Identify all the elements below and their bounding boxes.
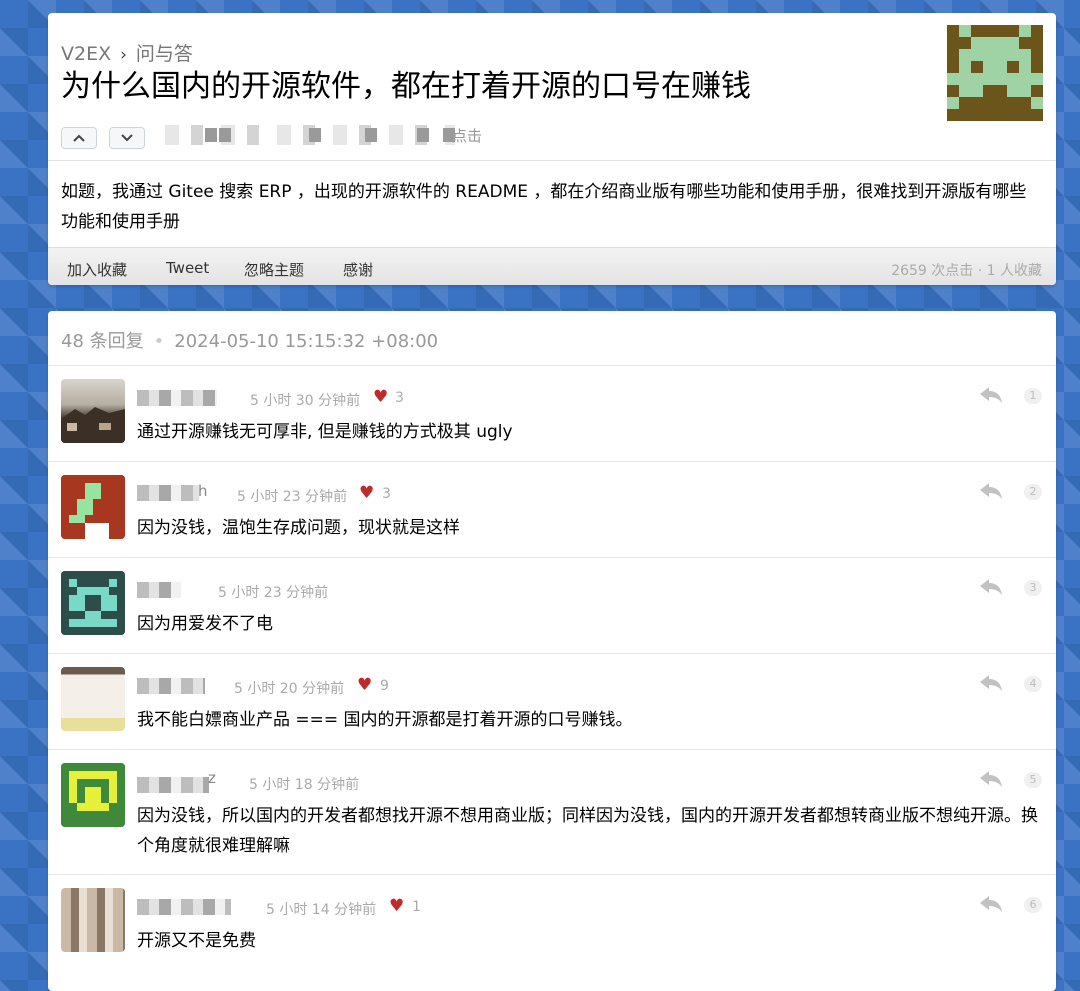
- thank-link[interactable]: 感谢: [343, 259, 373, 280]
- reply-time: 5 小时 23 分钟前: [218, 585, 329, 601]
- chevron-up-icon: [73, 134, 85, 142]
- floor-number: 2: [1024, 484, 1042, 500]
- floor-number: 5: [1024, 772, 1042, 788]
- reply-item: 5 小时 20 分钟前 ♥ 9 我不能白嫖商业产品 === 国内的开源都是打着开…: [48, 654, 1056, 749]
- reply-time: 5 小时 20 分钟前: [234, 681, 345, 697]
- username-blurred[interactable]: [137, 390, 217, 406]
- reply-item: 5 小时 23 分钟前 因为用爱发不了电 3: [48, 558, 1056, 653]
- reply-content: 通过开源赚钱无可厚非, 但是赚钱的方式极其 ugly: [137, 422, 513, 442]
- reply-content: 因为没钱，所以国内的开发者都想找开源不想用商业版；同样因为没钱，国内的开源开发者…: [137, 806, 1038, 856]
- heart-icon: ♥: [359, 483, 375, 503]
- reply-item: z 5 小时 18 分钟前 因为没钱，所以国内的开发者都想找开源不想用商业版；同…: [48, 750, 1056, 874]
- reply-icon[interactable]: [978, 577, 1004, 595]
- reply-time: 5 小时 18 分钟前: [249, 777, 360, 793]
- reply-count: 48 条回复: [61, 331, 144, 352]
- topic-title: 为什么国内的开源软件，都在打着开源的口号在赚钱: [61, 69, 751, 104]
- reply-item: h 5 小时 23 分钟前 ♥ 3 因为没钱，温饱生存成问题，现状就是这样 2: [48, 462, 1056, 557]
- breadcrumb-node-link[interactable]: 问与答: [136, 43, 193, 65]
- reply-content: 因为没钱，温饱生存成问题，现状就是这样: [137, 518, 460, 538]
- like-count: 3: [382, 486, 391, 502]
- reply-content: 我不能白嫖商业产品 === 国内的开源都是打着开源的口号赚钱。: [137, 710, 633, 730]
- pixel-avatar-icon: [61, 571, 125, 635]
- reply-item: 5 小时 14 分钟前 ♥ 1 开源又不是免费 6: [48, 875, 1056, 970]
- like-count: 9: [380, 678, 389, 694]
- floor-number: 6: [1024, 897, 1042, 913]
- avatar[interactable]: [61, 763, 125, 827]
- username-blurred[interactable]: [137, 899, 231, 915]
- floor-number: 4: [1024, 676, 1042, 692]
- floor-number: 3: [1024, 580, 1042, 596]
- breadcrumb-home-link[interactable]: V2EX: [61, 43, 111, 65]
- reply-arrow-icon: [980, 771, 1002, 787]
- avatar[interactable]: [61, 571, 125, 635]
- like-count: 1: [412, 899, 421, 915]
- avatar[interactable]: [61, 475, 125, 539]
- header-dot: •: [153, 331, 165, 352]
- reply-icon[interactable]: [978, 894, 1004, 912]
- pixel-avatar-icon: [61, 475, 125, 539]
- reply-arrow-icon: [980, 675, 1002, 691]
- topic-stats: 2659 次点击 · 1 人收藏: [891, 263, 1042, 279]
- reply-header-time: 2024-05-10 15:15:32 +08:00: [174, 331, 439, 352]
- username-blurred[interactable]: [137, 485, 199, 501]
- photo-avatar-icon: [61, 407, 125, 443]
- heart-icon: ♥: [373, 387, 389, 407]
- username-blurred[interactable]: [137, 777, 209, 793]
- pixel-avatar-icon: [947, 25, 1043, 121]
- breadcrumb-separator: ›: [120, 45, 127, 65]
- breadcrumb: V2EX › 问与答: [61, 39, 193, 66]
- username-suffix: h: [198, 482, 208, 500]
- reply-arrow-icon: [980, 483, 1002, 499]
- username-blurred[interactable]: [137, 582, 181, 598]
- reply-icon[interactable]: [978, 673, 1004, 691]
- like-count: 3: [395, 390, 404, 406]
- pixel-avatar-icon: [61, 763, 125, 827]
- downvote-button[interactable]: [109, 127, 145, 149]
- reply-content: 因为用爱发不了电: [137, 614, 273, 634]
- reply-arrow-icon: [980, 387, 1002, 403]
- tweet-link[interactable]: Tweet: [166, 259, 209, 277]
- reply-time: 5 小时 14 分钟前: [266, 902, 377, 918]
- username-blurred[interactable]: [137, 678, 205, 694]
- floor-number: 1: [1024, 388, 1042, 404]
- replies-header: 48 条回复 • 2024-05-10 15:15:32 +08:00: [61, 327, 438, 353]
- topic-meta-blurred: [165, 125, 455, 145]
- reply-item: 5 小时 30 分钟前 ♥ 3 通过开源赚钱无可厚非, 但是赚钱的方式极其 ug…: [48, 366, 1056, 461]
- author-avatar[interactable]: [947, 25, 1043, 121]
- topic-content: 如题，我通过 Gitee 搜索 ERP ，出现的开源软件的 README ，都在…: [61, 182, 1027, 232]
- chevron-down-icon: [121, 134, 133, 142]
- reply-content: 开源又不是免费: [137, 931, 256, 951]
- reply-arrow-icon: [980, 896, 1002, 912]
- favorite-link[interactable]: 加入收藏: [67, 259, 127, 280]
- avatar[interactable]: [61, 667, 125, 731]
- username-suffix: z: [208, 769, 216, 787]
- topic-footer: 加入收藏 Tweet 忽略主题 感谢 2659 次点击 · 1 人收藏: [48, 247, 1056, 285]
- reply-time: 5 小时 23 分钟前: [237, 489, 348, 505]
- avatar[interactable]: [61, 379, 125, 443]
- topic-click-label: 点击: [452, 127, 483, 145]
- ignore-topic-link[interactable]: 忽略主题: [244, 259, 304, 280]
- reply-icon[interactable]: [978, 769, 1004, 787]
- heart-icon: ♥: [357, 675, 373, 695]
- replies-box: 48 条回复 • 2024-05-10 15:15:32 +08:00 5 小时 3…: [48, 311, 1056, 991]
- reply-icon[interactable]: [978, 385, 1004, 403]
- avatar[interactable]: [61, 888, 125, 952]
- reply-arrow-icon: [980, 579, 1002, 595]
- heart-icon: ♥: [389, 896, 405, 916]
- upvote-button[interactable]: [61, 127, 97, 149]
- reply-icon[interactable]: [978, 481, 1004, 499]
- topic-box: V2EX › 问与答 为什么国内的开源软件，都在打着开源的口号在赚钱 点击 如题，我…: [48, 13, 1056, 285]
- reply-time: 5 小时 30 分钟前: [250, 393, 361, 409]
